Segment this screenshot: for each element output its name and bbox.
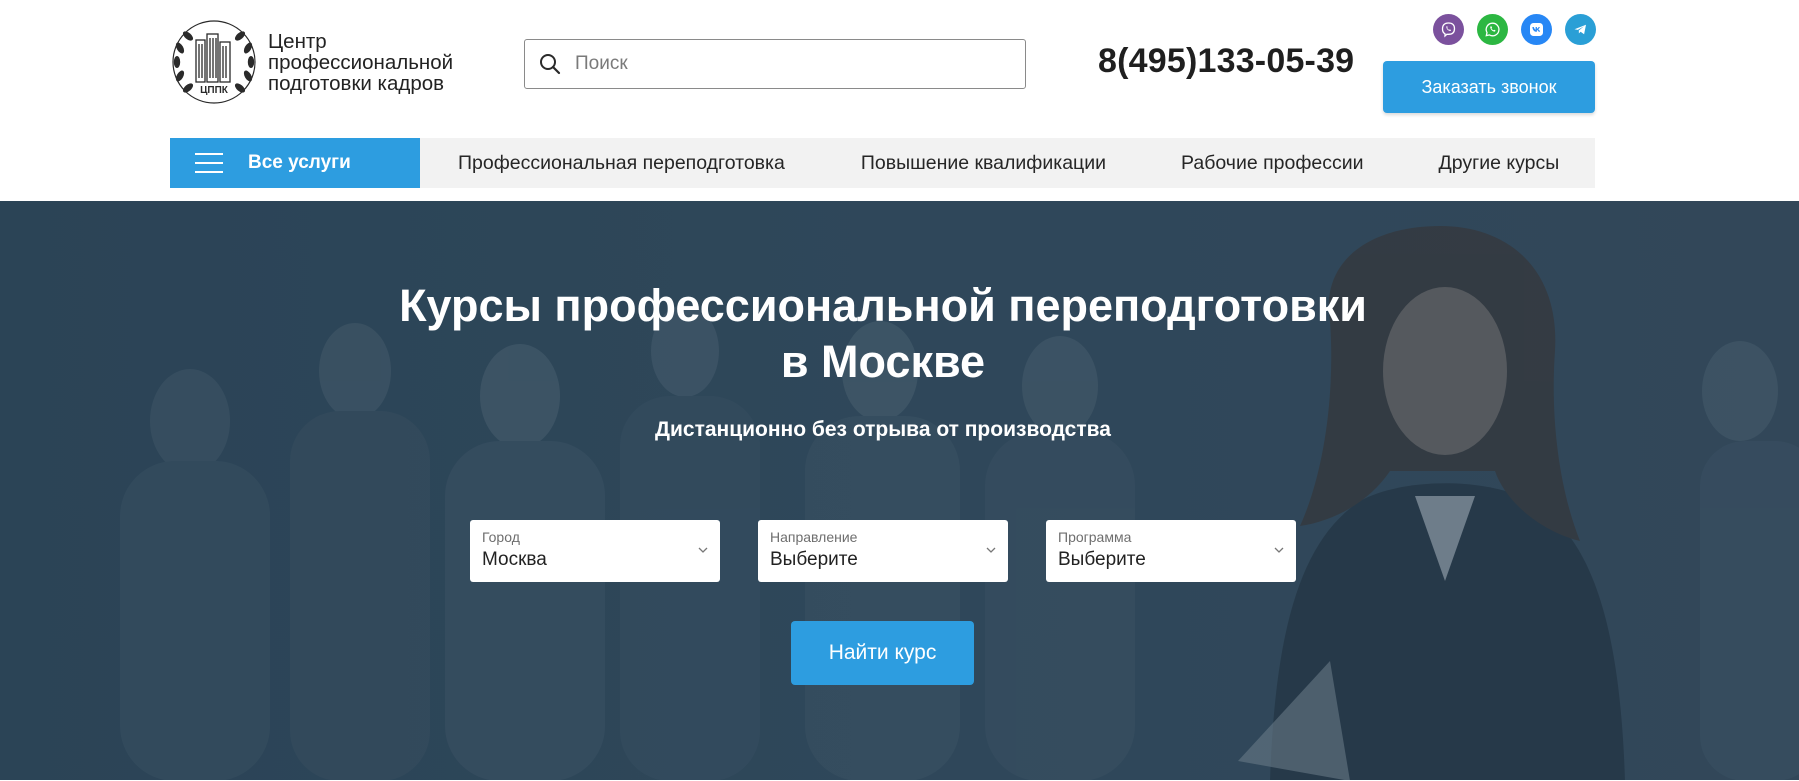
nav-link-working-professions[interactable]: Рабочие профессии (1181, 152, 1364, 175)
search-icon (540, 54, 561, 75)
chevron-down-icon (1274, 547, 1284, 553)
viber-icon[interactable] (1433, 14, 1464, 45)
logo-line-2: профессиональной (268, 50, 454, 74)
find-course-button[interactable]: Найти курс (791, 621, 974, 685)
nav-link-qualification[interactable]: Повышение квалификации (861, 152, 1106, 175)
hero-title: Курсы профессиональной переподготовки в … (0, 278, 1766, 390)
hero-subtitle: Дистанционно без отрыва от производства (655, 418, 1111, 441)
logo-text: Центр профессиональной подготовки кадров (268, 31, 453, 94)
hero-title-line-1: Курсы профессиональной переподготовки (399, 280, 1367, 331)
telegram-icon[interactable] (1565, 14, 1596, 45)
hero-title-line-2: в Москве (780, 336, 986, 387)
course-filter: Город Москва Направление Выберите Програ… (470, 520, 1296, 582)
phone-number[interactable]: 8(495)133-05-39 (1098, 42, 1354, 81)
all-services-label: Все услуги (248, 152, 351, 173)
search-box[interactable] (524, 39, 1026, 89)
main-nav: Все услуги Профессиональная переподготов… (170, 138, 1595, 188)
direction-select[interactable]: Направление Выберите (758, 520, 1008, 582)
logo-line-1: Центр (268, 29, 327, 53)
callback-button[interactable]: Заказать звонок (1383, 61, 1595, 113)
program-select-value: Выберите (1058, 549, 1146, 570)
city-select[interactable]: Город Москва (470, 520, 720, 582)
logo-line-3: подготовки кадров (268, 71, 445, 95)
site-header: ЦППК Центр профессиональной подготовки к… (0, 0, 1799, 201)
city-select-label: Город (482, 529, 520, 545)
nav-link-other-courses[interactable]: Другие курсы (1439, 152, 1560, 175)
menu-icon (195, 153, 223, 173)
social-links (1433, 14, 1596, 45)
logo-emblem-text: ЦППК (200, 85, 229, 96)
program-select[interactable]: Программа Выберите (1046, 520, 1296, 582)
search-input[interactable] (573, 52, 993, 76)
hero-banner: Курсы профессиональной переподготовки в … (0, 201, 1799, 781)
logo[interactable]: ЦППК Центр профессиональной подготовки к… (170, 18, 453, 106)
all-services-button[interactable]: Все услуги (170, 138, 420, 188)
whatsapp-icon[interactable] (1477, 14, 1508, 45)
nav-link-retraining[interactable]: Профессиональная переподготовка (458, 152, 785, 175)
logo-emblem-icon: ЦППК (172, 20, 256, 104)
vk-icon[interactable] (1521, 14, 1552, 45)
program-select-label: Программа (1058, 529, 1132, 545)
direction-select-value: Выберите (770, 549, 858, 570)
city-select-value: Москва (482, 549, 547, 570)
direction-select-label: Направление (770, 529, 858, 545)
chevron-down-icon (698, 547, 708, 553)
chevron-down-icon (986, 547, 996, 553)
